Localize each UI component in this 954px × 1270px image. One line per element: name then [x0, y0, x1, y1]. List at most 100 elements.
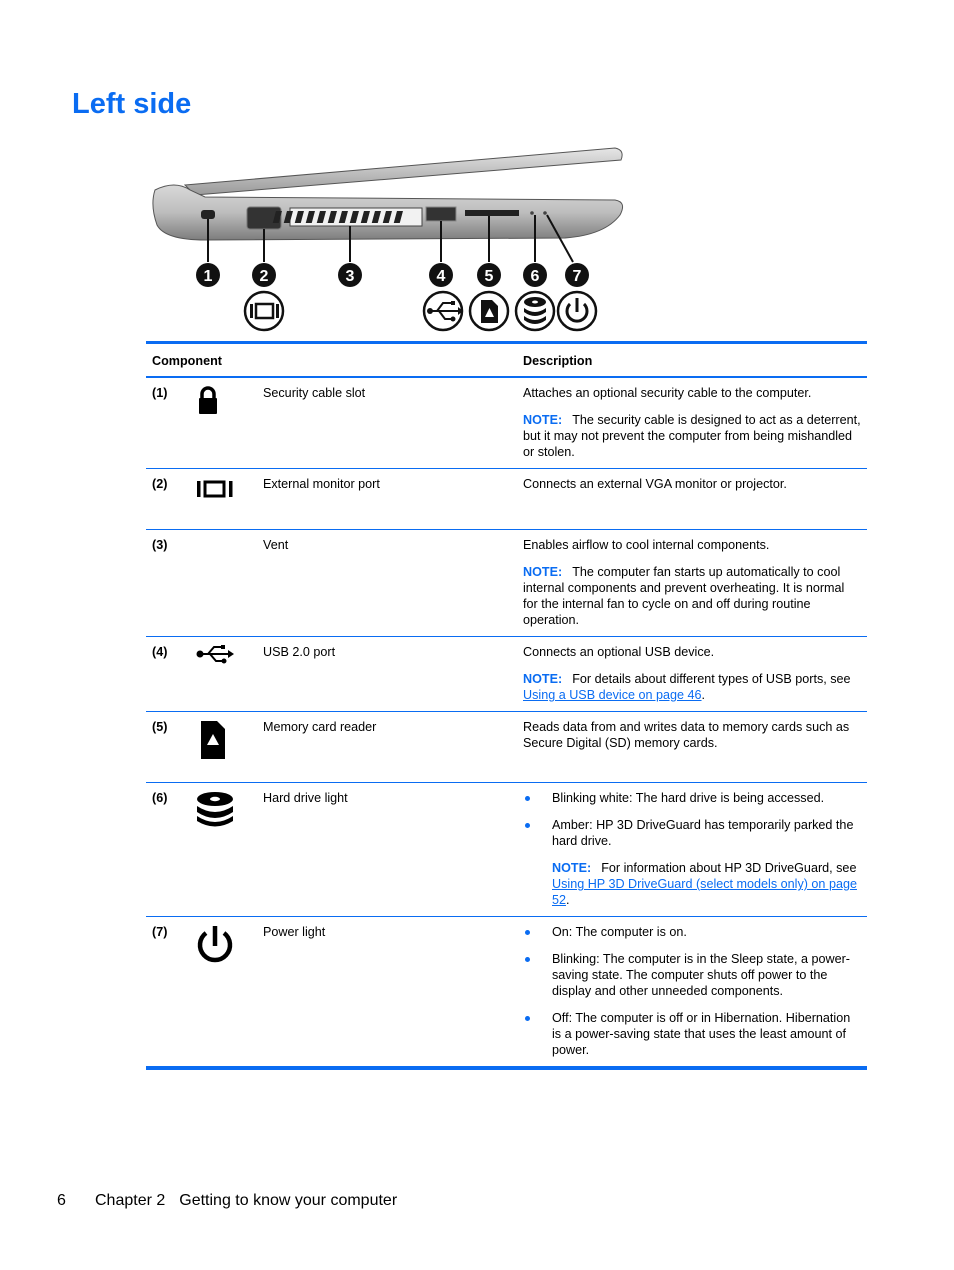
usb-port — [425, 206, 457, 222]
svg-text:2: 2 — [260, 268, 269, 285]
lock-icon — [191, 377, 257, 469]
chapter-title: Getting to know your computer — [179, 1192, 398, 1209]
bullet-item: Blinking white: The hard drive is being … — [523, 790, 861, 806]
note-end: . — [701, 688, 706, 702]
driveguard-link[interactable]: Using HP 3D DriveGuard (select models on… — [552, 877, 857, 907]
callout-badges: 1 2 3 4 5 6 7 — [196, 263, 589, 287]
component-description: Connects an optional USB device. NOTE: Fo… — [517, 636, 867, 712]
note: NOTE: The security cable is designed to a… — [523, 412, 861, 460]
component-description: Reads data from and writes data to memor… — [517, 711, 867, 783]
note-label: NOTE: — [552, 861, 592, 875]
hard-drive-icon — [514, 290, 556, 332]
callout-7: 7 — [565, 263, 589, 287]
component-name: Power light — [256, 916, 517, 1070]
memory-card-icon — [468, 290, 510, 332]
row-number: (5) — [146, 711, 192, 783]
table-row: (4) USB 2.0 port Connects an optional US… — [146, 636, 867, 712]
description-text: Attaches an optional security cable to t… — [523, 386, 812, 400]
component-description: Enables airflow to cool internal compone… — [517, 529, 867, 637]
row-number: (3) — [146, 529, 192, 637]
svg-text:3: 3 — [346, 268, 355, 285]
component-name: Memory card reader — [256, 711, 517, 783]
callout-6: 6 — [523, 263, 547, 287]
icon-cell-empty — [191, 529, 257, 637]
callout-3: 3 — [338, 263, 362, 287]
component-name: Security cable slot — [256, 377, 517, 469]
component-name: Vent — [256, 529, 517, 637]
usb-icon — [191, 636, 257, 712]
description-text: Reads data from and writes data to memor… — [523, 720, 850, 750]
card-slot — [465, 210, 519, 216]
bullet-item: Blinking: The computer is in the Sleep s… — [523, 951, 861, 999]
note: NOTE: The computer fan starts up automati… — [523, 564, 861, 628]
bullet-item: Amber: HP 3D DriveGuard has temporarily … — [523, 817, 861, 849]
security-slot — [201, 210, 215, 219]
page-footer: 6 Chapter 2 Getting to know your computer — [57, 1192, 397, 1210]
note: NOTE: For details about different types o… — [523, 671, 861, 703]
note-text: The security cable is designed to act as… — [523, 413, 861, 459]
table-row: (3) Vent Enables airflow to cool interna… — [146, 529, 867, 637]
table-row: (6) Hard drive light Blinking white: The… — [146, 782, 867, 917]
header-description: Description — [517, 341, 867, 378]
hdd-led — [530, 211, 534, 215]
callout-4: 4 — [429, 263, 453, 287]
note-text: The computer fan starts up automatically… — [523, 565, 845, 627]
components-table: Component Description (1) Security cable… — [146, 341, 867, 1070]
note-end: . — [566, 893, 570, 907]
callout-1: 1 — [196, 263, 220, 287]
usb-icon — [422, 290, 464, 332]
component-name: External monitor port — [256, 468, 517, 530]
laptop-left-side-figure: 1 2 3 4 5 6 7 — [145, 140, 635, 340]
table-row: (5) Memory card reader Reads data from a… — [146, 711, 867, 783]
table-row: (7) Power light On: The computer is on. … — [146, 916, 867, 1070]
page-number: 6 — [57, 1192, 66, 1209]
description-text: Connects an external VGA monitor or proj… — [523, 477, 787, 491]
description-text: Connects an optional USB device. — [523, 645, 715, 659]
table-row: (2) External monitor port Connects an ex… — [146, 468, 867, 530]
description-text: Enables airflow to cool internal compone… — [523, 538, 770, 552]
vent — [272, 207, 423, 227]
component-name: USB 2.0 port — [256, 636, 517, 712]
laptop-lid — [183, 147, 623, 196]
svg-text:1: 1 — [204, 268, 213, 285]
power-icon — [191, 916, 257, 1070]
callout-2: 2 — [252, 263, 276, 287]
bullet-list: Blinking white: The hard drive is being … — [523, 790, 861, 849]
note-text: For details about different types of USB… — [572, 672, 851, 686]
note: NOTE: For information about HP 3D DriveGu… — [523, 860, 861, 908]
svg-text:5: 5 — [485, 268, 494, 285]
note-label: NOTE: — [523, 565, 563, 579]
svg-text:7: 7 — [573, 268, 582, 285]
callout-5: 5 — [477, 263, 501, 287]
note-text: For information about HP 3D DriveGuard, … — [601, 861, 857, 875]
row-number: (4) — [146, 636, 192, 712]
usb-device-link[interactable]: Using a USB device on page 46 — [523, 688, 702, 702]
note-label: NOTE: — [523, 413, 563, 427]
table-row: (1) Security cable slot Attaches an opti… — [146, 377, 867, 469]
svg-text:4: 4 — [437, 268, 446, 285]
component-name: Hard drive light — [256, 782, 517, 917]
row-number: (1) — [146, 377, 192, 469]
component-description: Connects an external VGA monitor or proj… — [517, 468, 867, 530]
hard-drive-icon — [191, 782, 257, 917]
row-number: (7) — [146, 916, 192, 1070]
chapter-label: Chapter 2 — [95, 1192, 166, 1209]
header-component: Component — [146, 341, 517, 378]
external-monitor-icon — [191, 468, 257, 530]
row-number: (6) — [146, 782, 192, 917]
component-description: Attaches an optional security cable to t… — [517, 377, 867, 469]
table-header-row: Component Description — [146, 341, 867, 378]
bullet-item: On: The computer is on. — [523, 924, 861, 940]
component-description: Blinking white: The hard drive is being … — [517, 782, 867, 917]
note-label: NOTE: — [523, 672, 563, 686]
bullet-list: On: The computer is on. Blinking: The co… — [523, 924, 861, 1058]
power-icon — [556, 290, 598, 332]
bullet-item: Off: The computer is off or in Hibernati… — [523, 1010, 861, 1058]
memory-card-icon — [191, 711, 257, 783]
svg-text:6: 6 — [531, 268, 540, 285]
external-monitor-icon — [243, 290, 285, 332]
page-title: Left side — [72, 88, 192, 120]
power-led — [543, 211, 547, 215]
row-number: (2) — [146, 468, 192, 530]
component-description: On: The computer is on. Blinking: The co… — [517, 916, 867, 1070]
